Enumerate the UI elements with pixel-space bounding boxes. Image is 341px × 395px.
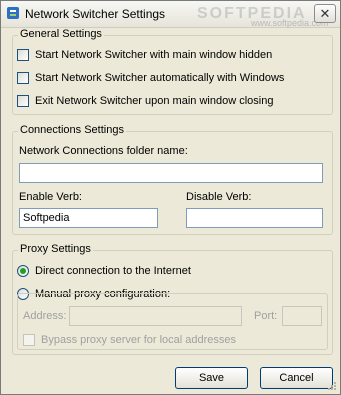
proxy-settings-group: Proxy Settings Direct connection to the … xyxy=(12,243,333,355)
general-settings-group: General Settings Start Network Switcher … xyxy=(12,28,333,115)
enable-verb-label: Enable Verb: xyxy=(19,191,82,203)
cancel-button[interactable]: Cancel xyxy=(260,367,333,389)
save-button[interactable]: Save xyxy=(175,367,248,389)
start-with-windows-label: Start Network Switcher automatically wit… xyxy=(35,72,285,84)
start-hidden-label: Start Network Switcher with main window … xyxy=(35,49,273,61)
folder-name-label: Network Connections folder name: xyxy=(19,145,188,157)
folder-name-input[interactable] xyxy=(19,163,323,183)
port-input[interactable] xyxy=(282,306,322,326)
disable-verb-label: Disable Verb: xyxy=(186,191,252,203)
option-direct-connection[interactable]: Direct connection to the Internet xyxy=(17,263,191,279)
start-with-windows-checkbox[interactable] xyxy=(17,72,29,84)
enable-verb-input[interactable] xyxy=(19,208,158,228)
start-hidden-checkbox[interactable] xyxy=(17,49,29,61)
watermark: SOFTPEDIA xyxy=(197,5,307,22)
proxy-settings-legend: Proxy Settings xyxy=(18,243,93,255)
direct-connection-radio[interactable] xyxy=(17,265,29,277)
exit-on-close-label: Exit Network Switcher upon main window c… xyxy=(35,95,274,107)
address-label: Address: xyxy=(23,310,67,322)
connections-settings-group: Connections Settings Network Connections… xyxy=(12,124,333,235)
close-icon: ✕ xyxy=(319,5,331,21)
option-start-hidden[interactable]: Start Network Switcher with main window … xyxy=(17,47,272,63)
direct-connection-label: Direct connection to the Internet xyxy=(35,265,191,277)
option-bypass-local[interactable]: Bypass proxy server for local addresses xyxy=(23,332,236,348)
settings-window: Network Switcher Settings SOFTPEDIA www.… xyxy=(0,0,341,395)
option-start-with-windows[interactable]: Start Network Switcher automatically wit… xyxy=(17,70,284,86)
address-input[interactable] xyxy=(69,306,242,326)
close-button[interactable]: ✕ xyxy=(314,4,336,23)
resize-grip-icon[interactable] xyxy=(326,380,337,391)
port-label: Port: xyxy=(254,310,278,322)
title-bar[interactable]: Network Switcher Settings SOFTPEDIA www.… xyxy=(1,1,340,28)
bypass-local-label: Bypass proxy server for local addresses xyxy=(41,334,237,346)
exit-on-close-checkbox[interactable] xyxy=(17,95,29,107)
network-switcher-app-icon xyxy=(7,7,19,19)
connections-settings-legend: Connections Settings xyxy=(18,124,126,136)
bypass-local-checkbox[interactable] xyxy=(23,334,35,346)
window-title: Network Switcher Settings xyxy=(25,7,166,21)
disable-verb-input[interactable] xyxy=(186,208,323,228)
option-exit-on-close[interactable]: Exit Network Switcher upon main window c… xyxy=(17,93,273,109)
general-settings-legend: General Settings xyxy=(18,28,104,40)
